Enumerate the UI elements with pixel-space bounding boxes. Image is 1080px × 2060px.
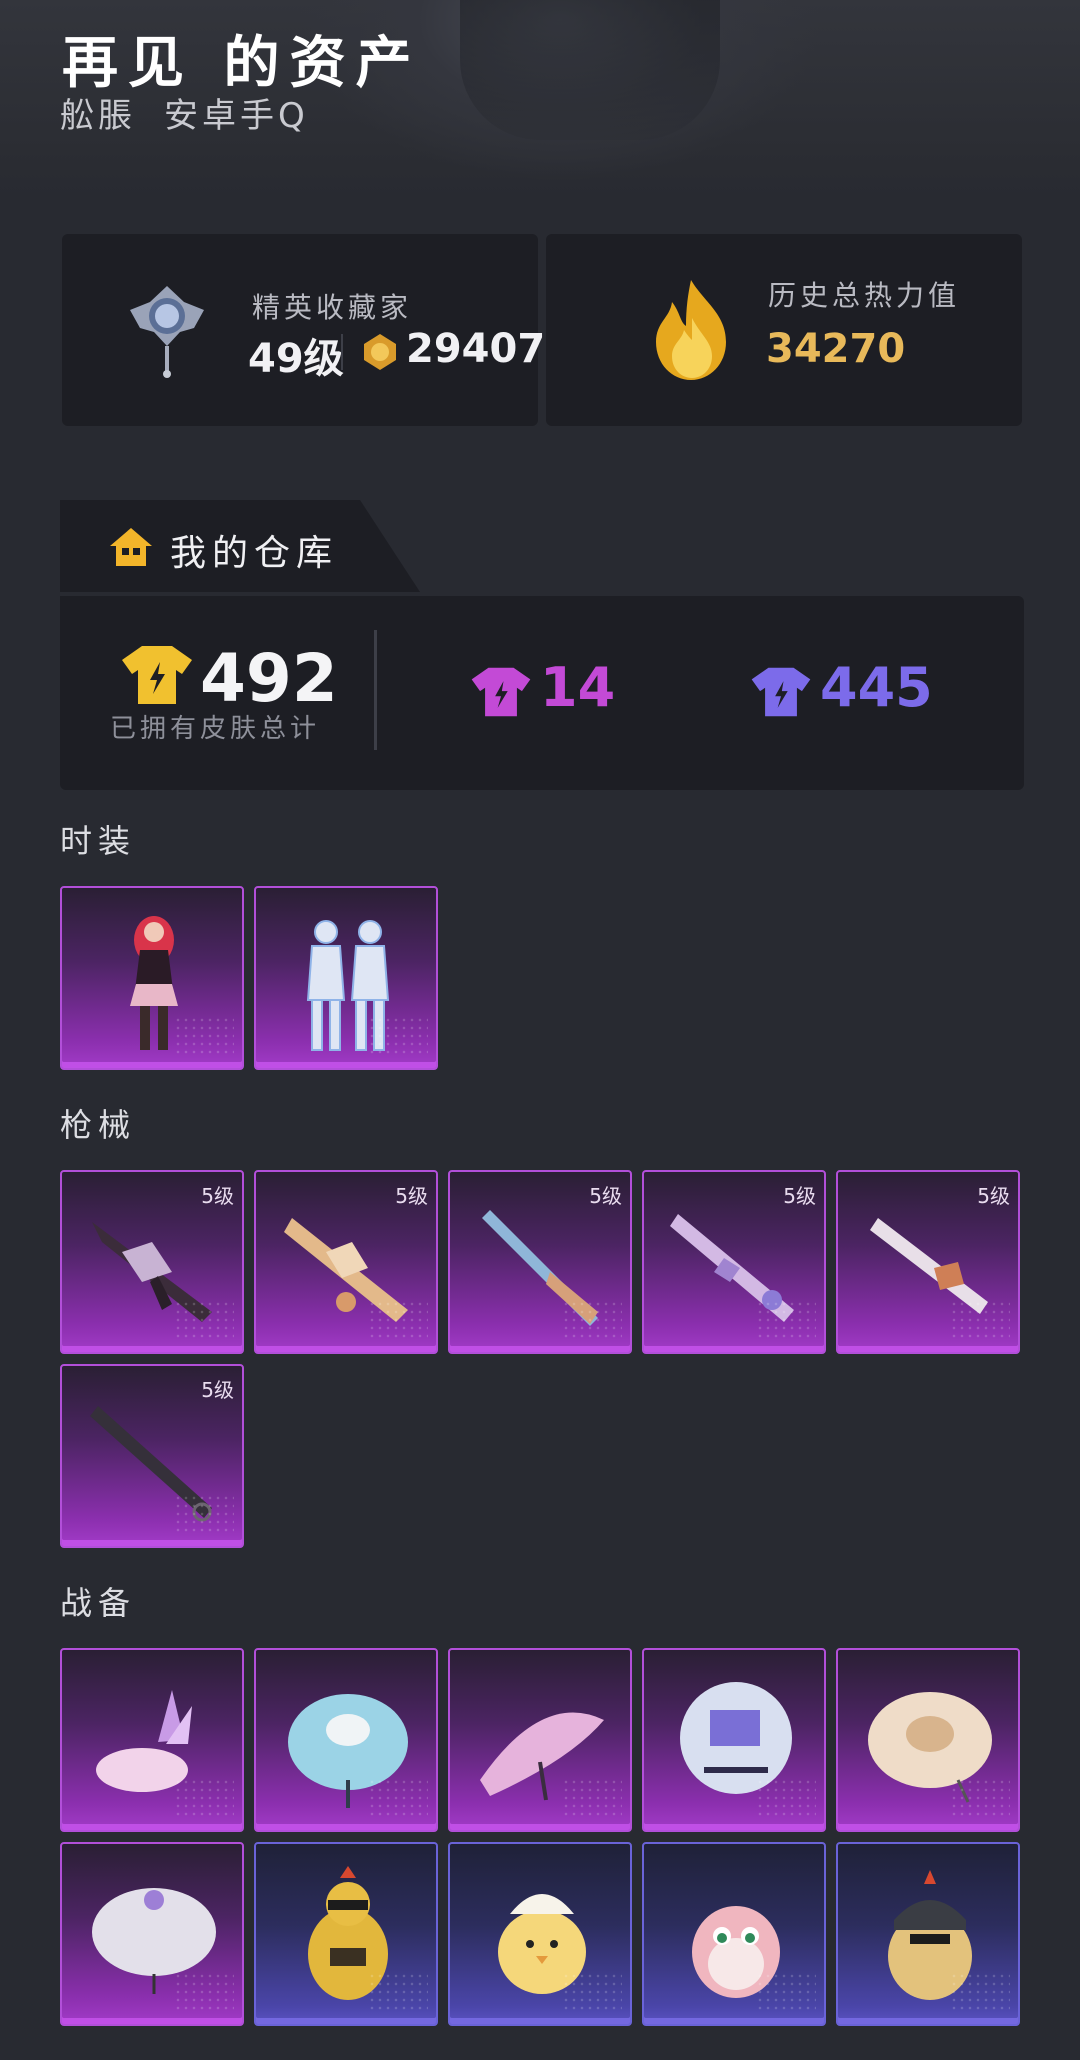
- gear-tile[interactable]: [642, 1842, 826, 2026]
- outfit-character-image: [306, 920, 390, 1051]
- tshirt-icon: [471, 667, 531, 717]
- parachute-skin-image: [480, 1712, 604, 1801]
- parachute-skin-image: [868, 1692, 992, 1803]
- skin-stats-panel: 492 已拥有皮肤总计 14 445: [60, 596, 1024, 790]
- blue-skins-count: 445: [820, 656, 933, 719]
- home-icon: [110, 528, 152, 566]
- gear-tile[interactable]: [60, 1648, 244, 1832]
- profile-header: 再见 的资产 舩脹 安卓手Q: [0, 0, 1080, 200]
- heat-value: 34270: [766, 326, 906, 372]
- heat-card[interactable]: 历史总热力值 34270: [546, 234, 1022, 426]
- character-background-image: [460, 0, 720, 140]
- gear-tile[interactable]: [448, 1648, 632, 1832]
- gun-level-tag: 5级: [395, 1184, 428, 1208]
- coin-icon: [364, 334, 396, 370]
- section-title-fashion: 时装: [60, 822, 137, 860]
- gear-tile[interactable]: [836, 1842, 1020, 2026]
- gun-tile[interactable]: 5级: [836, 1170, 1020, 1354]
- collector-badge-icon: [130, 286, 204, 378]
- gear-tile[interactable]: [254, 1648, 438, 1832]
- gear-tile[interactable]: [448, 1842, 632, 2026]
- bird-pet-image: [692, 1906, 780, 1998]
- divider: [374, 630, 377, 750]
- gear-tile[interactable]: [642, 1648, 826, 1832]
- collector-rank-label: 精英收藏家: [252, 291, 413, 324]
- section-title-gear: 战备: [60, 1584, 137, 1622]
- total-skins-caption: 已拥有皮肤总计: [110, 714, 321, 744]
- gun-level-tag: 5级: [783, 1184, 816, 1208]
- tab-warehouse[interactable]: 我的仓库: [60, 500, 420, 592]
- gun-tile[interactable]: 5级: [60, 1170, 244, 1354]
- gun-level-tag: 5级: [589, 1184, 622, 1208]
- tshirt-icon: [122, 646, 192, 704]
- gun-level-tag: 5级: [977, 1184, 1010, 1208]
- gun-tile[interactable]: 5级: [642, 1170, 826, 1354]
- tshirt-icon: [751, 667, 811, 717]
- outfit-tile[interactable]: [254, 886, 438, 1070]
- player-name: 舩脹: [60, 96, 136, 136]
- parachute-skin-image: [680, 1682, 792, 1794]
- chicken-pet-image: [308, 1866, 388, 2000]
- gun-tile[interactable]: 5级: [448, 1170, 632, 1354]
- purple-skins-count: 14: [540, 656, 616, 719]
- flame-icon: [656, 280, 726, 380]
- gun-level-tag: 5级: [201, 1378, 234, 1402]
- heat-label: 历史总热力值: [768, 279, 961, 312]
- gun-tile[interactable]: 5级: [254, 1170, 438, 1354]
- collector-card[interactable]: 精英收藏家 49级 29407: [62, 234, 545, 426]
- gear-tile[interactable]: [60, 1842, 244, 2026]
- gun-tile[interactable]: 5级: [60, 1364, 244, 1548]
- gear-tile[interactable]: [836, 1648, 1020, 1832]
- platform-label: 安卓手Q: [164, 96, 309, 136]
- chicken-helmet-pet-image: [888, 1870, 972, 2000]
- gun-level-tag: 5级: [201, 1184, 234, 1208]
- collector-level: 49级: [248, 336, 344, 382]
- page-title: 再见 的资产: [62, 31, 422, 96]
- divider: [341, 334, 343, 370]
- total-skins-count: 492: [200, 640, 338, 717]
- tab-warehouse-label: 我的仓库: [170, 533, 339, 574]
- glider-skin-image: [96, 1690, 192, 1792]
- outfit-character-image: [130, 916, 178, 1050]
- player-subtitle: 舩脹 安卓手Q: [60, 88, 309, 137]
- parachute-skin-image: [288, 1694, 408, 1808]
- section-title-guns: 枪械: [60, 1106, 137, 1144]
- parachute-skin-image: [92, 1888, 216, 1994]
- collector-points: 29407: [406, 326, 546, 372]
- outfit-tile[interactable]: [60, 886, 244, 1070]
- gear-tile[interactable]: [254, 1842, 438, 2026]
- chick-pet-image: [498, 1894, 586, 1994]
